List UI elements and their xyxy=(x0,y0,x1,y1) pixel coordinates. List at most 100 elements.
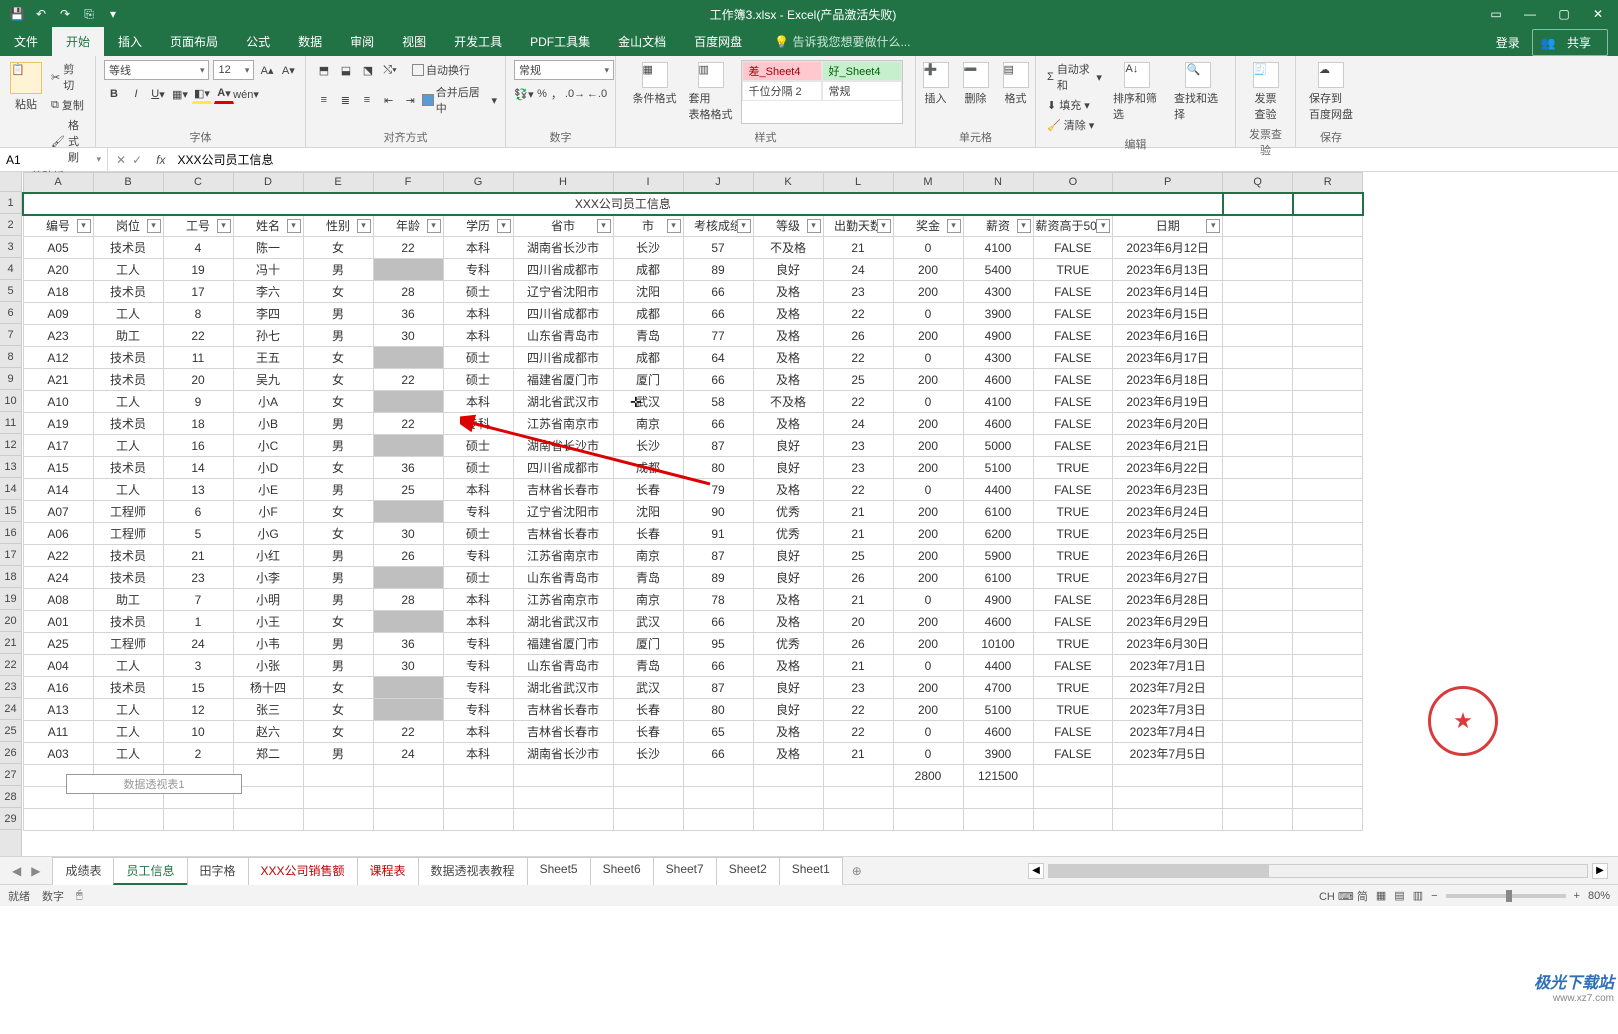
font-name-select[interactable]: 等线 xyxy=(104,60,209,80)
cell[interactable]: 66 xyxy=(683,413,753,435)
row-header[interactable]: 15 xyxy=(0,500,21,522)
ime-indicator[interactable]: CH ⌨ 简 xyxy=(1319,888,1368,904)
cell[interactable]: 良好 xyxy=(753,545,823,567)
cell[interactable]: A21 xyxy=(23,369,93,391)
percent-icon[interactable]: % xyxy=(536,84,548,104)
cut-button[interactable]: ✂ 剪切 xyxy=(48,60,87,94)
cancel-formula-icon[interactable]: ✕ xyxy=(116,153,126,167)
cell[interactable]: 25 xyxy=(823,369,893,391)
cell[interactable]: 24 xyxy=(163,633,233,655)
filter-header[interactable]: 岗位▾ xyxy=(93,215,163,237)
dec-decimal-icon[interactable]: ←.0 xyxy=(587,84,607,104)
cell[interactable]: FALSE xyxy=(1033,435,1113,457)
cell[interactable]: 湖南省长沙市 xyxy=(513,435,613,457)
cell[interactable]: 良好 xyxy=(753,259,823,281)
cell[interactable]: 6100 xyxy=(963,501,1033,523)
row-header[interactable]: 7 xyxy=(0,324,21,346)
cell[interactable]: 2023年6月18日 xyxy=(1113,369,1223,391)
cell[interactable]: A06 xyxy=(23,523,93,545)
row-header[interactable]: 4 xyxy=(0,258,21,280)
tab-insert[interactable]: 插入 xyxy=(104,27,156,56)
cell[interactable]: 11 xyxy=(163,347,233,369)
cell[interactable]: 男 xyxy=(303,655,373,677)
cell[interactable]: 长沙 xyxy=(613,435,683,457)
cell[interactable]: 李四 xyxy=(233,303,303,325)
cell[interactable]: 沈阳 xyxy=(613,501,683,523)
cell[interactable]: A08 xyxy=(23,589,93,611)
hscroll-left-icon[interactable]: ◀ xyxy=(1028,863,1044,879)
qa-touch-icon[interactable]: ⎘ xyxy=(78,3,100,25)
row-header[interactable]: 16 xyxy=(0,522,21,544)
cell[interactable]: 22 xyxy=(373,369,443,391)
cell[interactable]: 21 xyxy=(823,501,893,523)
cell[interactable]: 四川省成都市 xyxy=(513,259,613,281)
cell[interactable] xyxy=(373,699,443,721)
cell[interactable]: 硕士 xyxy=(443,567,513,589)
row-header[interactable]: 9 xyxy=(0,368,21,390)
cell[interactable]: 5 xyxy=(163,523,233,545)
row-header[interactable]: 28 xyxy=(0,786,21,808)
cell[interactable]: TRUE xyxy=(1033,699,1113,721)
cell[interactable]: 2023年6月30日 xyxy=(1113,633,1223,655)
cell[interactable]: 南京 xyxy=(613,589,683,611)
cell[interactable]: 冯十 xyxy=(233,259,303,281)
col-header[interactable]: B xyxy=(93,173,163,193)
cell[interactable]: 64 xyxy=(683,347,753,369)
cell[interactable]: 杨十四 xyxy=(233,677,303,699)
cell[interactable]: 0 xyxy=(893,655,963,677)
cell[interactable]: FALSE xyxy=(1033,369,1113,391)
cell[interactable]: 4600 xyxy=(963,413,1033,435)
cell[interactable]: 长沙 xyxy=(613,743,683,765)
cell[interactable] xyxy=(373,501,443,523)
cell[interactable]: 小张 xyxy=(233,655,303,677)
cell[interactable]: 2 xyxy=(163,743,233,765)
cell[interactable]: 本科 xyxy=(443,589,513,611)
sheet-nav-first-icon[interactable]: ◀ xyxy=(8,862,25,880)
filter-dropdown-icon[interactable]: ▾ xyxy=(737,219,751,233)
filter-dropdown-icon[interactable]: ▾ xyxy=(1096,219,1110,233)
cell[interactable]: 女 xyxy=(303,611,373,633)
cell[interactable]: 20 xyxy=(823,611,893,633)
cell[interactable]: 10100 xyxy=(963,633,1033,655)
cell[interactable]: 21 xyxy=(823,523,893,545)
cell[interactable]: 青岛 xyxy=(613,655,683,677)
sheet-nav-last-icon[interactable]: ▶ xyxy=(27,862,44,880)
row-header[interactable]: 3 xyxy=(0,236,21,258)
orientation-icon[interactable]: ⤭▾ xyxy=(380,60,400,80)
cell[interactable]: 长春 xyxy=(613,479,683,501)
cell[interactable]: 66 xyxy=(683,655,753,677)
cell[interactable]: 硕士 xyxy=(443,347,513,369)
cell[interactable]: 辽宁省沈阳市 xyxy=(513,281,613,303)
view-layout-icon[interactable]: ▤ xyxy=(1394,889,1404,902)
cell[interactable]: 郑二 xyxy=(233,743,303,765)
cell[interactable]: 4300 xyxy=(963,281,1033,303)
cell[interactable]: 2023年6月17日 xyxy=(1113,347,1223,369)
cell[interactable]: 赵六 xyxy=(233,721,303,743)
cell[interactable]: A13 xyxy=(23,699,93,721)
style-normal[interactable]: 常规 xyxy=(822,81,902,101)
cell[interactable]: 22 xyxy=(823,347,893,369)
cell[interactable]: 200 xyxy=(893,259,963,281)
autosum-button[interactable]: Σ 自动求和 ▾ xyxy=(1044,60,1105,94)
cell[interactable]: 男 xyxy=(303,743,373,765)
cell[interactable]: 121500 xyxy=(963,765,1033,787)
row-header[interactable]: 12 xyxy=(0,434,21,456)
cell[interactable]: 小A xyxy=(233,391,303,413)
cell[interactable]: 湖南省长沙市 xyxy=(513,743,613,765)
cell[interactable]: 2023年6月20日 xyxy=(1113,413,1223,435)
sheet-tab[interactable]: Sheet6 xyxy=(590,857,654,885)
cell[interactable]: 90 xyxy=(683,501,753,523)
format-cells-button[interactable]: ▤格式 xyxy=(998,60,1034,108)
cell[interactable]: 23 xyxy=(823,435,893,457)
tab-home[interactable]: 开始 xyxy=(52,27,104,56)
cell[interactable]: 4900 xyxy=(963,325,1033,347)
cell[interactable]: A12 xyxy=(23,347,93,369)
cell[interactable]: 男 xyxy=(303,303,373,325)
cell[interactable]: 及格 xyxy=(753,743,823,765)
cell[interactable]: 技术员 xyxy=(93,457,163,479)
merge-check[interactable] xyxy=(422,94,434,106)
cell[interactable]: 19 xyxy=(163,259,233,281)
cell[interactable]: 女 xyxy=(303,369,373,391)
filter-dropdown-icon[interactable]: ▾ xyxy=(147,219,161,233)
col-header[interactable]: Q xyxy=(1223,173,1293,193)
